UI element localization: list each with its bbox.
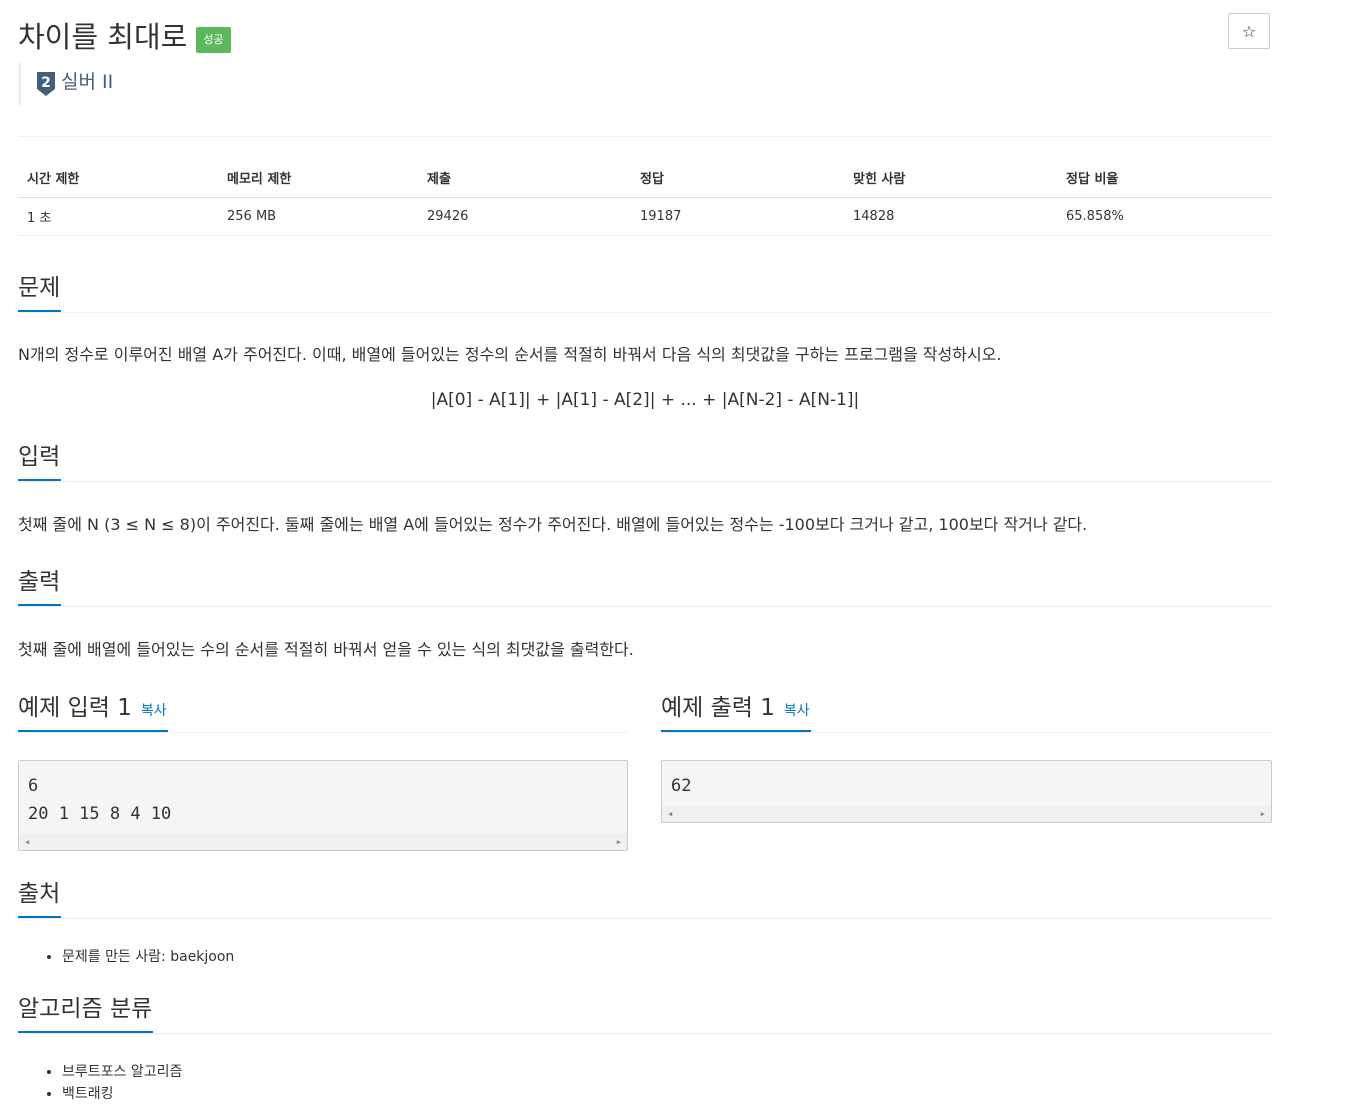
input-text: 첫째 줄에 N (3 ≤ N ≤ 8)이 주어진다. 둘째 줄에는 배열 A에 … xyxy=(18,515,1088,534)
tag-label[interactable]: 브루트포스 알고리즘 xyxy=(62,1064,182,1080)
header-divider xyxy=(18,136,1272,137)
tier-name: 실버 II xyxy=(61,71,114,93)
value-accepted: 19187 xyxy=(631,197,844,236)
info-table-header-row: 시간 제한 메모리 제한 제출 정답 맞힌 사람 정답 비율 xyxy=(18,158,1272,198)
sample-input-pre[interactable]: 6 20 1 15 8 4 10 ◀ ▶ xyxy=(18,760,628,851)
section-title-output: 출력 xyxy=(18,566,62,606)
copy-sample-input-link[interactable]: 복사 xyxy=(141,703,167,719)
title-row: 차이를 최대로 성공 xyxy=(18,12,231,56)
section-output: 출력 xyxy=(18,566,1272,607)
sample-output-block: 예제 출력 1 복사 62 ◀ ▶ xyxy=(661,692,1272,823)
tag-label[interactable]: 백트래킹 xyxy=(62,1086,114,1102)
tag-item-backtracking[interactable]: 백트래킹 xyxy=(62,1083,1272,1105)
sample-output-pre[interactable]: 62 ◀ ▶ xyxy=(661,760,1272,823)
value-submissions: 29426 xyxy=(418,197,631,236)
sample-input-line: 6 xyxy=(28,776,39,796)
output-text: 첫째 줄에 배열에 들어있는 수의 순서를 적절히 바꿔서 얻을 수 있는 식의… xyxy=(18,640,634,659)
sample-input-scrollbar[interactable]: ◀ ▶ xyxy=(19,834,627,850)
section-head-sample-input: 예제 입력 1 복사 xyxy=(18,692,628,733)
value-time-limit: 1 초 xyxy=(18,197,218,236)
header-solved-users: 맞힌 사람 xyxy=(844,158,1057,198)
scroll-right-arrow-icon[interactable]: ▶ xyxy=(1261,809,1265,819)
favorite-star-button[interactable]: ☆ xyxy=(1228,13,1270,49)
section-head-source: 출처 xyxy=(18,878,1272,919)
copy-sample-output-link[interactable]: 복사 xyxy=(784,703,810,719)
description-formula: |A[0] - A[1]| + |A[1] - A[2]| + ... + |A… xyxy=(430,390,860,410)
source-list: 문제를 만든 사람: baekjoon xyxy=(18,946,1272,968)
section-title-sample-input: 예제 입력 1 복사 xyxy=(18,692,168,732)
sample-input-title: 예제 입력 1 xyxy=(18,695,132,721)
section-source: 출처 xyxy=(18,878,1272,919)
value-accept-ratio: 65.858% xyxy=(1057,197,1272,236)
source-item: 문제를 만든 사람: baekjoon xyxy=(62,946,1272,968)
section-input: 입력 xyxy=(18,441,1272,482)
sample-output-line: 62 xyxy=(671,776,692,796)
scroll-left-arrow-icon[interactable]: ◀ xyxy=(25,837,29,847)
section-title-description: 문제 xyxy=(18,272,62,312)
section-head-input: 입력 xyxy=(18,441,1272,482)
header-memory-limit: 메모리 제한 xyxy=(218,158,418,198)
sample-input-line: 20 1 15 8 4 10 xyxy=(28,804,172,824)
scroll-left-arrow-icon[interactable]: ◀ xyxy=(668,809,672,819)
tier-block: 2 실버 II xyxy=(18,63,113,105)
problem-title: 차이를 최대로 xyxy=(18,20,188,54)
section-tags: 알고리즘 분류 xyxy=(18,993,1272,1034)
section-head-output: 출력 xyxy=(18,566,1272,607)
silver-tier-icon: 2 xyxy=(37,72,55,96)
description-text: N개의 정수로 이루어진 배열 A가 주어진다. 이때, 배열에 들어있는 정수… xyxy=(18,345,1002,364)
section-title-sample-output: 예제 출력 1 복사 xyxy=(661,692,811,732)
section-head-description: 문제 xyxy=(18,272,1272,313)
section-description: 문제 xyxy=(18,272,1272,313)
info-table-row: 1 초 256 MB 29426 19187 14828 65.858% xyxy=(18,197,1272,236)
tag-list: 브루트포스 알고리즘 백트래킹 xyxy=(18,1061,1272,1105)
sample-input-block: 예제 입력 1 복사 6 20 1 15 8 4 10 ◀ ▶ xyxy=(18,692,628,851)
sample-output-scrollbar[interactable]: ◀ ▶ xyxy=(662,806,1271,822)
sample-output-title: 예제 출력 1 xyxy=(661,695,775,721)
problem-info-table: 시간 제한 메모리 제한 제출 정답 맞힌 사람 정답 비율 1 초 256 M… xyxy=(18,158,1272,236)
section-title-input: 입력 xyxy=(18,441,62,481)
header-submissions: 제출 xyxy=(418,158,631,198)
section-head-tags: 알고리즘 분류 xyxy=(18,993,1272,1034)
section-title-source: 출처 xyxy=(18,878,62,918)
value-memory-limit: 256 MB xyxy=(218,197,418,236)
status-badge: 성공 xyxy=(196,27,231,53)
header-accepted: 정답 xyxy=(631,158,844,198)
value-solved-users: 14828 xyxy=(844,197,1057,236)
tier-level-label: 2 xyxy=(41,75,51,91)
section-title-tags: 알고리즘 분류 xyxy=(18,993,154,1033)
header-time-limit: 시간 제한 xyxy=(18,158,218,198)
section-head-sample-output: 예제 출력 1 복사 xyxy=(661,692,1272,733)
header-accept-ratio: 정답 비율 xyxy=(1057,158,1272,198)
scroll-right-arrow-icon[interactable]: ▶ xyxy=(617,837,621,847)
star-icon: ☆ xyxy=(1241,21,1257,41)
tag-item-bruteforce[interactable]: 브루트포스 알고리즘 xyxy=(62,1061,1272,1083)
